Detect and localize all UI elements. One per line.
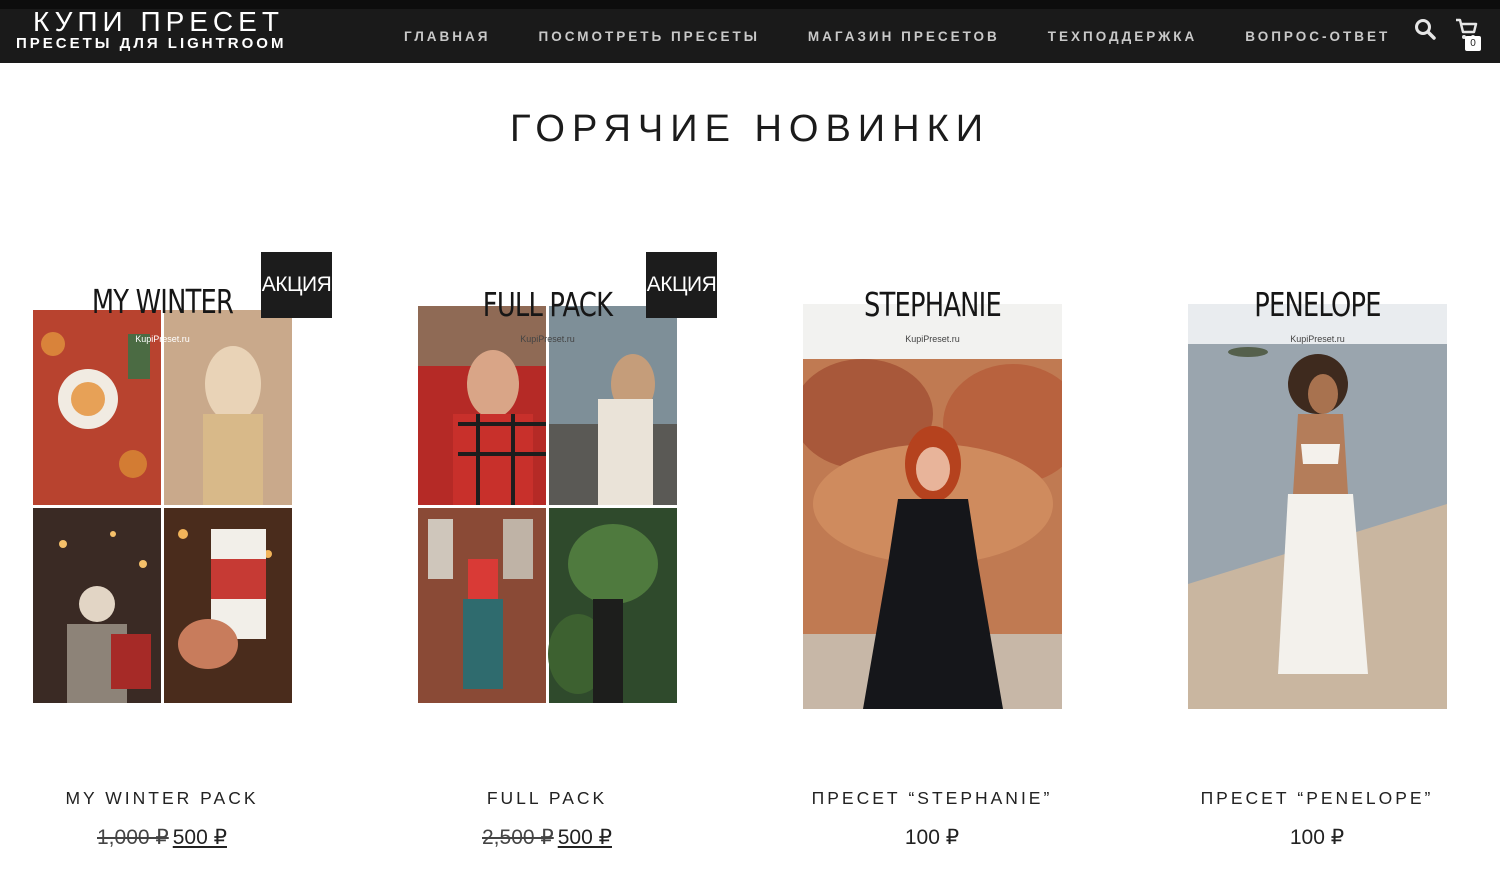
price: 100 ₽: [904, 826, 960, 849]
site-header: КУПИ ПРЕСЕТ ПРЕСЕТЫ ДЛЯ LIGHTROOM ГЛАВНА…: [0, 0, 1500, 63]
product-price: 100 ₽: [1167, 825, 1467, 850]
product-name[interactable]: FULL PACK: [397, 788, 697, 809]
nav-item-shop[interactable]: МАГАЗИН ПРЕСЕТОВ: [808, 29, 1000, 44]
product-image-title: STEPHANIE: [864, 285, 1002, 324]
product-price: 1,000 ₽500 ₽: [12, 825, 312, 850]
product-image-site: KupiPreset.ru: [1290, 334, 1345, 344]
product-image-title: MY WINTER: [91, 282, 234, 321]
product-image[interactable]: [33, 304, 292, 709]
product-price: 2,500 ₽500 ₽: [397, 825, 697, 850]
section-title: ГОРЯЧИЕ НОВИНКИ: [509, 108, 991, 150]
nav-item-home[interactable]: ГЛАВНАЯ: [404, 29, 491, 44]
sale-badge: АКЦИЯ: [646, 252, 717, 318]
product-image-site: KupiPreset.ru: [520, 334, 575, 344]
product-name[interactable]: ПРЕСЕТ “STEPHANIE”: [782, 788, 1082, 809]
product-image[interactable]: [803, 304, 1062, 709]
product-name[interactable]: ПРЕСЕТ “PENELOPE”: [1167, 788, 1467, 809]
nav-item-support[interactable]: ТЕХПОДДЕРЖКА: [1048, 29, 1198, 44]
old-price: 1,000 ₽: [97, 826, 169, 849]
sale-price: 500 ₽: [557, 826, 612, 849]
site-subtitle: ПРЕСЕТЫ ДЛЯ LIGHTROOM: [16, 35, 287, 52]
nav-item-faq[interactable]: ВОПРОС-ОТВЕТ: [1245, 29, 1390, 44]
price: 100 ₽: [1289, 826, 1345, 849]
product-image-site: KupiPreset.ru: [135, 334, 190, 344]
product-image[interactable]: [1188, 304, 1447, 709]
product-image-title: FULL PACK: [482, 285, 613, 324]
product-price: 100 ₽: [782, 825, 1082, 850]
main-nav: ГЛАВНАЯ ПОСМОТРЕТЬ ПРЕСЕТЫ МАГАЗИН ПРЕСЕ…: [380, 9, 1414, 63]
sale-price: 500 ₽: [172, 826, 227, 849]
product-image-title: PENELOPE: [1254, 285, 1381, 324]
cart-count-badge: 0: [1465, 36, 1481, 51]
product-name[interactable]: MY WINTER PACK: [12, 788, 312, 809]
sale-badge: АКЦИЯ: [261, 252, 332, 318]
search-icon[interactable]: [1413, 17, 1437, 41]
nav-item-view-presets[interactable]: ПОСМОТРЕТЬ ПРЕСЕТЫ: [539, 29, 760, 44]
old-price: 2,500 ₽: [482, 826, 554, 849]
product-image[interactable]: [418, 304, 677, 709]
product-image-site: KupiPreset.ru: [905, 334, 960, 344]
site-logo-link[interactable]: КУПИ ПРЕСЕТ ПРЕСЕТЫ ДЛЯ LIGHTROOM: [16, 3, 286, 51]
